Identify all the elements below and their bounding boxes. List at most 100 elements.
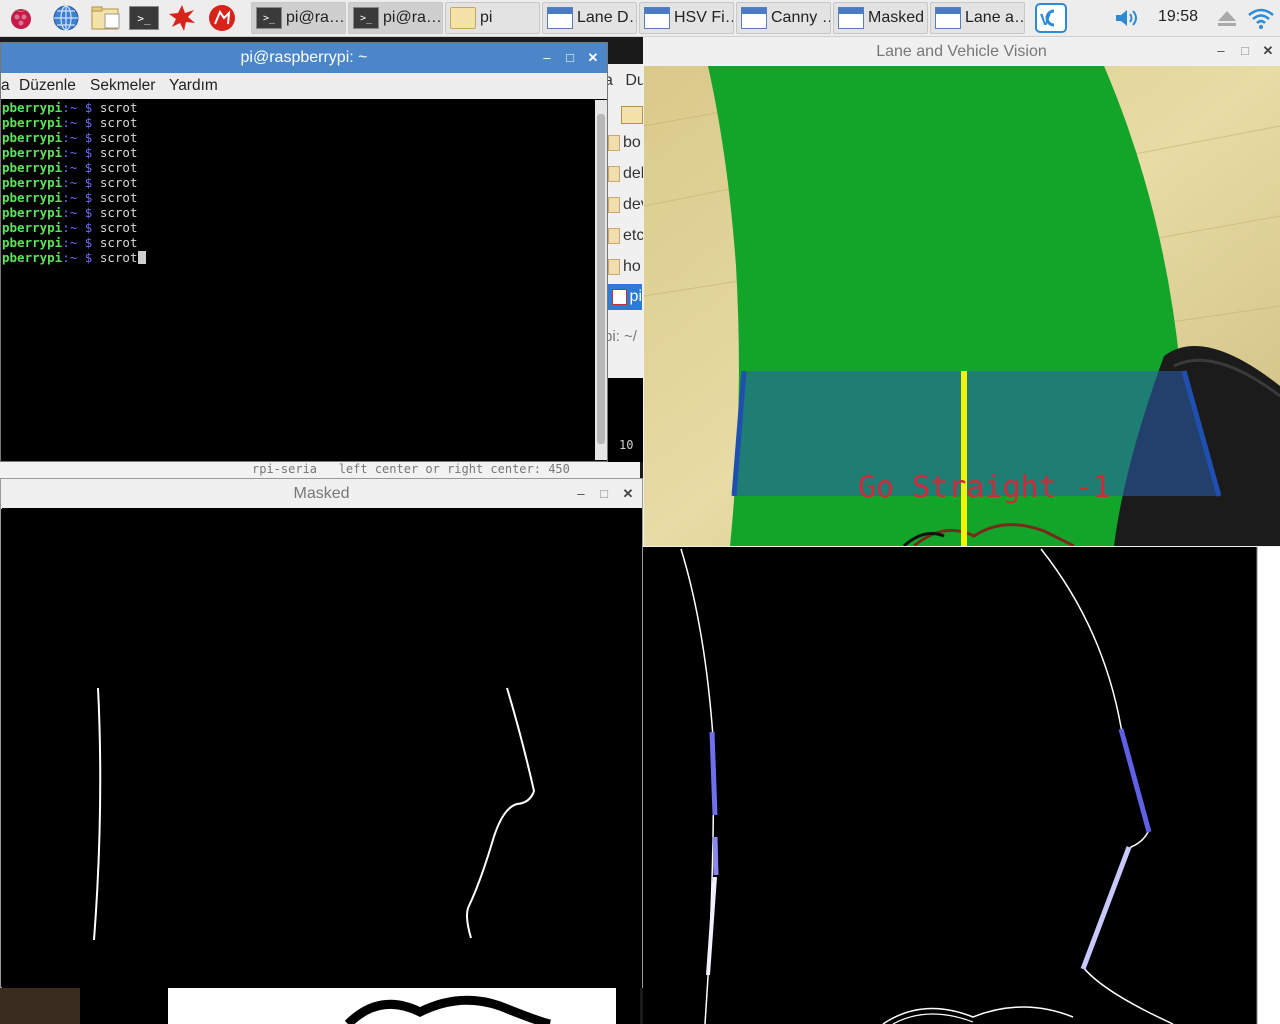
- taskbar-window-label: Lane a…: [965, 9, 1025, 26]
- terminal-menubar: a Düzenle Sekmeler Yardım: [1, 73, 607, 99]
- taskbar-window-terminal-1[interactable]: >_ pi@ra…: [251, 2, 346, 34]
- clock[interactable]: 19:58: [1158, 8, 1198, 26]
- web-browser-icon[interactable]: [51, 3, 81, 33]
- window-title: Lane and Vehicle Vision: [876, 42, 1047, 60]
- maximize-icon[interactable]: □: [1237, 43, 1253, 59]
- file-manager-icon[interactable]: [91, 3, 121, 33]
- terminal-line: pberrypi:~ $ scrot: [2, 220, 138, 235]
- bg-terminal-black: 10: [608, 378, 644, 462]
- fm-folder-item[interactable]: ho: [608, 254, 648, 280]
- terminal-icon: >_: [256, 7, 282, 29]
- terminal-titlebar[interactable]: pi@raspberrypi: ~: [1, 43, 607, 73]
- eject-icon[interactable]: [1212, 3, 1242, 33]
- vnc-icon[interactable]: V: [1034, 3, 1068, 33]
- menu-item-file[interactable]: a: [1, 77, 10, 95]
- terminal-line: pberrypi:~ $ scrot: [2, 100, 138, 115]
- taskbar: >_ >_ pi@ra… >_ pi@ra… pi Lane D… HSV Fi…: [0, 0, 1280, 37]
- fm-folder-item[interactable]: etc: [608, 223, 648, 249]
- minimize-icon[interactable]: –: [573, 486, 589, 502]
- camera-frame: Go Straight -1: [644, 66, 1280, 546]
- right-lane-segment: [1080, 846, 1132, 970]
- terminal-line: pberrypi:~ $ scrot: [2, 130, 138, 145]
- taskbar-window-label: Masked: [868, 9, 925, 26]
- taskbar-window-label: HSV Fi…: [674, 9, 733, 26]
- taskbar-window-terminal-2[interactable]: >_ pi@ra…: [348, 2, 443, 34]
- masked-titlebar[interactable]: Masked: [1, 479, 642, 509]
- menu-item-tabs[interactable]: Sekmeler: [90, 77, 155, 95]
- terminal-cursor: [137, 251, 146, 264]
- wolfram-icon[interactable]: [207, 3, 237, 33]
- maximize-icon[interactable]: □: [596, 486, 612, 502]
- taskbar-window-lane-detection[interactable]: Lane D…: [542, 2, 637, 34]
- fm-folder-item[interactable]: del: [608, 161, 648, 187]
- taskbar-window-label: pi: [480, 9, 493, 26]
- direction-text: Go Straight -1: [858, 470, 1111, 505]
- close-icon[interactable]: ✕: [620, 486, 636, 502]
- terminal-line: pberrypi:~ $ scrot: [2, 145, 138, 160]
- window-icon: [644, 7, 670, 29]
- fm-path-label: pi: ~/: [604, 328, 637, 345]
- minimize-icon[interactable]: –: [1213, 43, 1229, 59]
- taskbar-window-canny[interactable]: Canny …: [736, 2, 831, 34]
- fm-folder-item[interactable]: bo: [608, 130, 648, 156]
- desktop-wallpaper: [0, 986, 80, 1024]
- terminal-line: pberrypi:~ $ scrot: [2, 115, 138, 130]
- masked-window: Masked – □ ✕: [0, 478, 643, 988]
- masked-edge-image: [2, 508, 642, 988]
- right-lane-segment: [1118, 728, 1152, 833]
- folder-icon: [450, 7, 476, 29]
- file-manager-menu: a Du: [604, 72, 646, 90]
- window-title: Masked: [293, 485, 350, 502]
- terminal-line: pberrypi:~ $ scrot: [2, 190, 138, 205]
- bg-terminal-number: 10: [619, 438, 634, 452]
- folder-icon: [608, 166, 620, 182]
- close-icon[interactable]: ✕: [1260, 43, 1276, 59]
- taskbar-window-label: Canny …: [771, 9, 830, 26]
- terminal-scrollbar[interactable]: [595, 100, 607, 460]
- taskbar-window-file-manager[interactable]: pi: [445, 2, 540, 34]
- menu-item-help[interactable]: Yardım: [169, 77, 218, 95]
- fm-folder-item-selected[interactable]: pi: [608, 284, 642, 310]
- taskbar-window-label: pi@ra…: [286, 9, 345, 26]
- hough-lines-window: [643, 547, 1280, 1024]
- taskbar-window-label: Lane D…: [577, 9, 636, 26]
- folder-icon: [608, 259, 620, 275]
- icon-view-icon[interactable]: [621, 106, 643, 124]
- taskbar-window-hsv-filter[interactable]: HSV Fi…: [639, 2, 734, 34]
- folder-icon: [608, 228, 620, 244]
- scrollbar-thumb[interactable]: [597, 114, 605, 444]
- menu-item-edit[interactable]: Düzenle: [19, 77, 76, 95]
- terminal-line: pberrypi:~ $ scrot: [2, 160, 138, 175]
- left-lane-segment: [709, 731, 718, 816]
- terminal-window: pi@raspberrypi: ~ – □ ✕ a Düzenle Sekmel…: [0, 42, 608, 462]
- hough-lines-image: [680, 547, 1280, 1024]
- terminal-line: pberrypi:~ $ scrot: [2, 235, 138, 250]
- lane-vision-titlebar[interactable]: Lane and Vehicle Vision: [643, 37, 1280, 66]
- close-icon[interactable]: ✕: [585, 50, 601, 66]
- background-terminal-strip: rpi-seria left center or right center: 4…: [0, 460, 640, 480]
- mathematica-icon[interactable]: [167, 3, 197, 33]
- window-icon: [935, 7, 961, 29]
- bg-terminal-line: rpi-seria left center or right center: 4…: [252, 462, 570, 476]
- minimize-icon[interactable]: –: [539, 50, 555, 66]
- raspberry-menu-icon[interactable]: [6, 3, 36, 33]
- volume-icon[interactable]: [1112, 3, 1142, 33]
- window-icon: [547, 7, 573, 29]
- taskbar-window-masked[interactable]: Masked: [833, 2, 928, 34]
- folder-icon: [608, 135, 620, 151]
- window-icon: [838, 7, 864, 29]
- taskbar-window-lane-vision[interactable]: Lane a…: [930, 2, 1025, 34]
- taskbar-window-label: pi@ra…: [383, 9, 442, 26]
- canny-window-partial: [80, 986, 640, 1024]
- fm-folder-item[interactable]: dev: [608, 192, 649, 218]
- window-title: pi@raspberrypi: ~: [240, 49, 368, 66]
- wifi-icon[interactable]: [1246, 3, 1276, 33]
- home-icon: [612, 289, 627, 305]
- terminal-launcher-icon[interactable]: >_: [129, 3, 159, 33]
- terminal-line: pberrypi:~ $ scrot: [2, 175, 138, 190]
- terminal-output[interactable]: pberrypi:~ $ scrot pberrypi:~ $ scrot pber…: [2, 100, 592, 460]
- lane-vision-window: Lane and Vehicle Vision – □ ✕ Go Straigh…: [643, 37, 1280, 547]
- terminal-line: pberrypi:~ $ scrot: [2, 205, 138, 220]
- maximize-icon[interactable]: □: [562, 50, 578, 66]
- left-lane-segment: [712, 836, 719, 876]
